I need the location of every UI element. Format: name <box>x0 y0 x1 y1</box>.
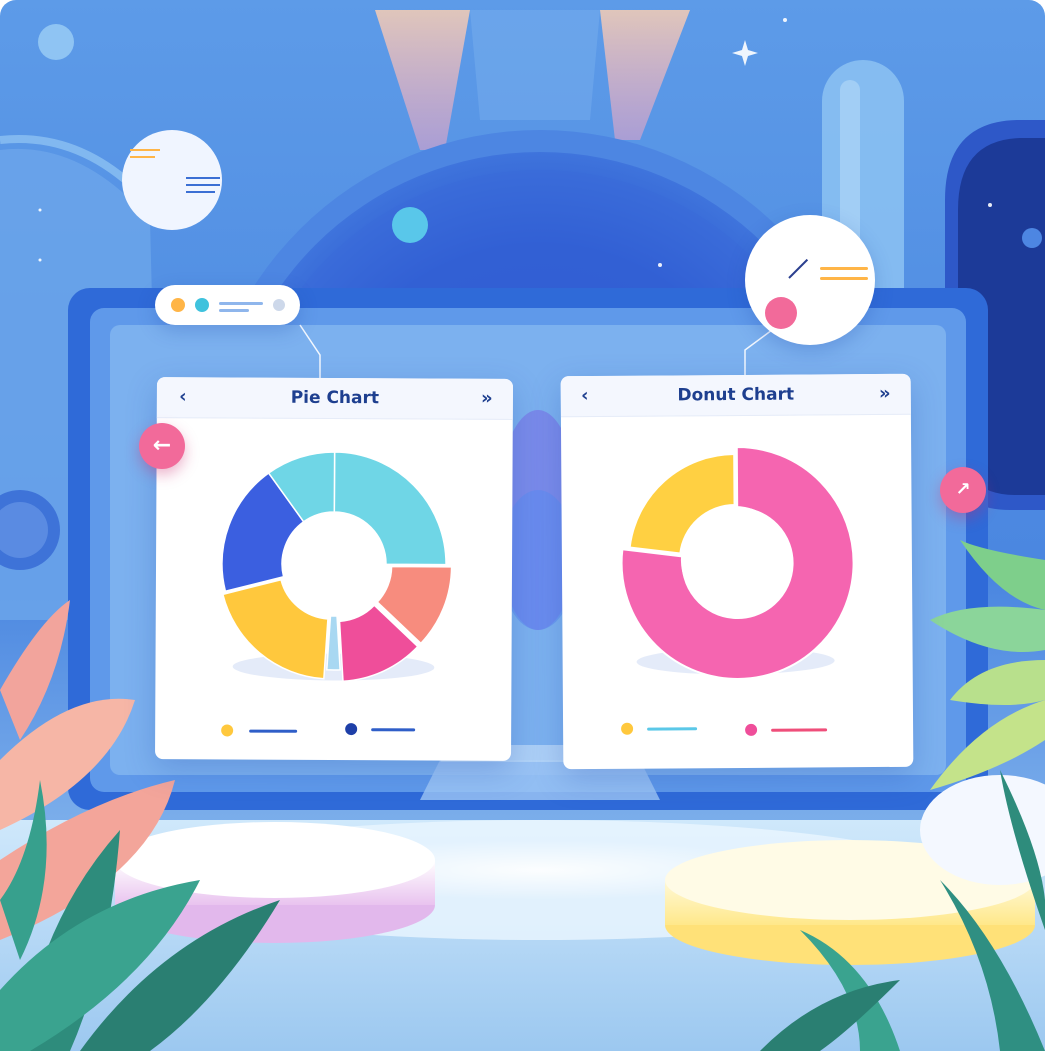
pie-legend-dot-2 <box>345 723 358 736</box>
donut-legend-line-1 <box>647 727 698 731</box>
donut-chart <box>620 445 855 680</box>
legend-pill-line <box>219 302 263 305</box>
pie-panel-title: Pie Chart <box>290 387 380 409</box>
donut-legend-dot-2 <box>745 723 758 736</box>
pie-slice <box>326 615 341 671</box>
legend-pill-dot-cyan <box>195 298 209 312</box>
pie-hole <box>283 513 386 616</box>
donut-panel-body <box>561 414 913 769</box>
legend-pill-dot-orange <box>171 298 185 312</box>
pie-panel-body <box>155 417 513 761</box>
pie-legend-dot-1 <box>221 724 234 737</box>
donut-hole <box>680 506 789 615</box>
legend-pill-line <box>219 309 249 312</box>
arrow-up-right-icon[interactable]: ↗ <box>940 467 986 513</box>
donut-legend-dot-1 <box>621 722 634 735</box>
pie-legend-line-1 <box>249 729 298 733</box>
arrow-left-icon[interactable]: ← <box>139 423 185 469</box>
pie-chart-panel: ‹ Pie Chart » <box>155 377 513 761</box>
info-bubble <box>122 130 222 230</box>
trend-bubble-line <box>820 277 868 280</box>
donut-panel-title: Donut Chart <box>677 384 795 406</box>
trend-arrow-icon <box>788 258 809 279</box>
legend-pill <box>155 285 300 325</box>
decor-circle <box>392 207 428 243</box>
pie-panel-header: ‹ Pie Chart » <box>156 377 513 420</box>
legend-pill-dot-grey <box>273 299 285 311</box>
trend-bubble-dot <box>765 297 797 329</box>
donut-panel-header: ‹ Donut Chart » <box>560 373 911 418</box>
pie-legend-line-2 <box>371 728 416 732</box>
donut-chart-panel: ‹ Donut Chart » <box>560 373 914 770</box>
scene: ‹ Pie Chart » ‹ Donut Chart » ← ↗ <box>0 0 1045 1051</box>
decor-circle <box>38 24 74 60</box>
trend-bubble <box>745 215 875 345</box>
double-chevron-right-icon[interactable]: » <box>873 382 897 406</box>
trend-bubble-line <box>820 267 868 270</box>
donut-legend-line-2 <box>771 728 828 732</box>
pie-chart <box>221 451 453 683</box>
double-chevron-right-icon[interactable]: » <box>475 387 499 411</box>
